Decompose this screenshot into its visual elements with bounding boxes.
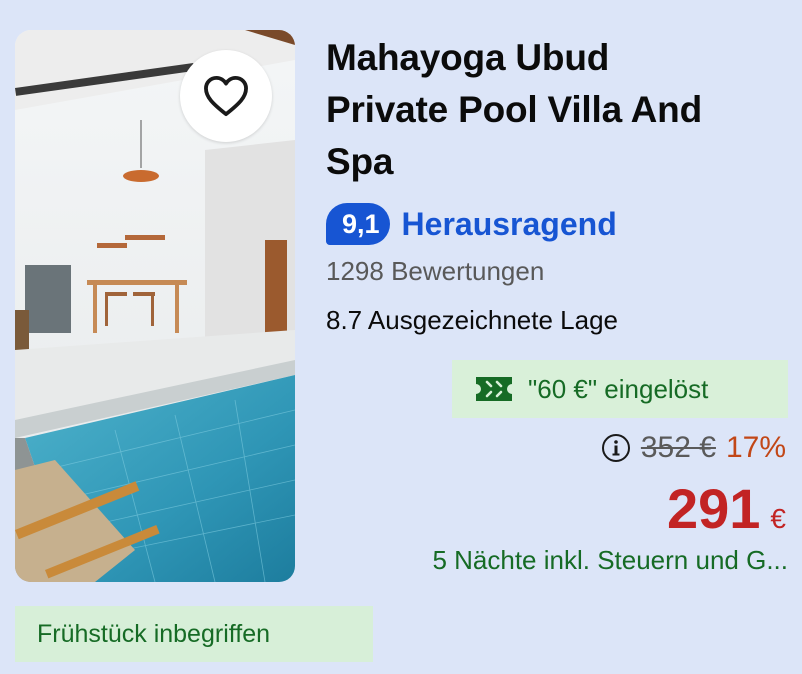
coupon-text: "60 €" eingelöst [528,373,709,404]
score-badge: 9,1 [326,203,390,245]
price-note: 5 Nächte inkl. Steuern und G... [432,545,788,575]
coupon-ticket-icon [476,377,512,401]
score-label: Herausragend [401,205,617,242]
hotel-title-line-3: Spa [326,141,394,182]
breakfast-badge: Frühstück inbegriffen [15,606,373,662]
current-price: 291 € [667,476,786,541]
discount-percent: 17% [725,431,786,464]
review-count: 1298 Bewertungen [326,256,545,286]
rating-row: 9,1 Herausragend [326,203,617,245]
location-score: 8.7 Ausgezeichnete Lage [326,305,619,335]
price-currency: € [770,503,786,534]
original-price: 352 € [640,431,716,464]
hotel-title-line-1: Mahayoga Ubud [326,37,610,78]
favorite-button[interactable] [180,50,272,142]
price-amount: 291 [666,477,761,540]
price-comparison-row: 352 € 17% [601,431,786,465]
heart-icon [204,75,248,117]
coupon-badge: "60 €" eingelöst [452,360,788,418]
hotel-title-line-2: Private Pool Villa And [326,89,702,130]
info-icon[interactable] [601,433,631,463]
hotel-title[interactable]: Mahayoga Ubud Private Pool Villa And Spa [326,32,786,188]
